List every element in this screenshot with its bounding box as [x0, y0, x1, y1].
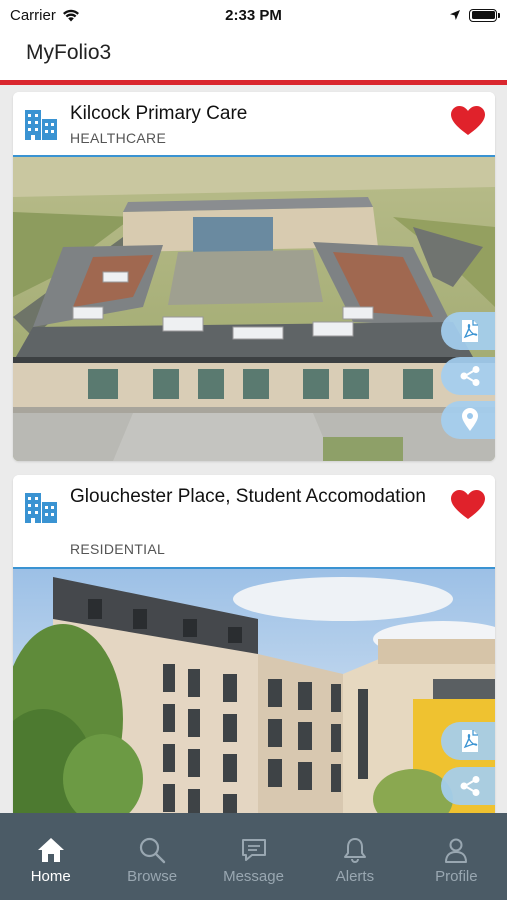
- student-accommodation-image: [13, 569, 495, 813]
- share-button[interactable]: [441, 767, 495, 805]
- share-icon: [460, 366, 480, 386]
- tab-bar: Home Browse Message Alerts Profile: [0, 813, 507, 900]
- project-category: HEALTHCARE: [70, 130, 167, 146]
- pdf-button[interactable]: [441, 312, 495, 350]
- location-icon: [462, 408, 478, 431]
- project-photo[interactable]: [13, 569, 495, 813]
- carrier-group: Carrier: [10, 7, 80, 24]
- pdf-button[interactable]: [441, 722, 495, 760]
- home-icon: [37, 838, 64, 862]
- battery-icon: [469, 8, 500, 22]
- location-arrow-icon: [450, 10, 460, 20]
- heart-icon[interactable]: [451, 106, 485, 136]
- tab-label: Browse: [127, 868, 178, 885]
- card-header[interactable]: Kilcock Primary Care HEALTHCARE: [13, 92, 495, 157]
- project-photo[interactable]: [13, 157, 495, 461]
- building-icon: [25, 493, 57, 523]
- search-icon: [140, 837, 166, 864]
- tab-home[interactable]: Home: [0, 813, 101, 900]
- card-header[interactable]: Glouchester Place, Student Accomodation …: [13, 475, 495, 569]
- app-header: MyFolio3: [0, 30, 507, 80]
- heart-icon[interactable]: [451, 490, 485, 520]
- person-icon: [445, 838, 468, 863]
- message-icon: [241, 839, 266, 861]
- share-icon: [460, 776, 480, 796]
- tab-label: Home: [30, 868, 71, 885]
- tab-browse[interactable]: Browse: [101, 813, 202, 900]
- tab-message[interactable]: Message: [203, 813, 304, 900]
- pdf-icon: [462, 320, 478, 342]
- tab-label: Message: [223, 868, 284, 885]
- building-icon: [25, 110, 57, 140]
- project-name: Kilcock Primary Care: [70, 103, 248, 124]
- project-card[interactable]: Kilcock Primary Care HEALTHCARE: [13, 92, 495, 461]
- tab-label: Alerts: [335, 868, 375, 885]
- carrier-label: Carrier: [10, 6, 56, 24]
- project-feed[interactable]: Kilcock Primary Care HEALTHCARE Glouches…: [0, 85, 507, 813]
- wifi-icon: [62, 9, 79, 21]
- share-button[interactable]: [441, 357, 495, 395]
- status-bar: Carrier 2:33 PM: [0, 0, 507, 30]
- tab-alerts[interactable]: Alerts: [304, 813, 405, 900]
- status-right: [449, 8, 500, 22]
- project-card[interactable]: Glouchester Place, Student Accomodation …: [13, 475, 495, 813]
- location-button[interactable]: [441, 401, 495, 439]
- bell-icon: [343, 838, 366, 863]
- project-name: Glouchester Place, Student Accomodation: [70, 486, 426, 507]
- project-category: RESIDENTIAL: [70, 541, 166, 557]
- pdf-icon: [462, 730, 478, 752]
- app-title: MyFolio3: [26, 41, 112, 64]
- building-aerial-image: [13, 157, 495, 461]
- tab-label: Profile: [435, 868, 478, 885]
- tab-profile[interactable]: Profile: [406, 813, 507, 900]
